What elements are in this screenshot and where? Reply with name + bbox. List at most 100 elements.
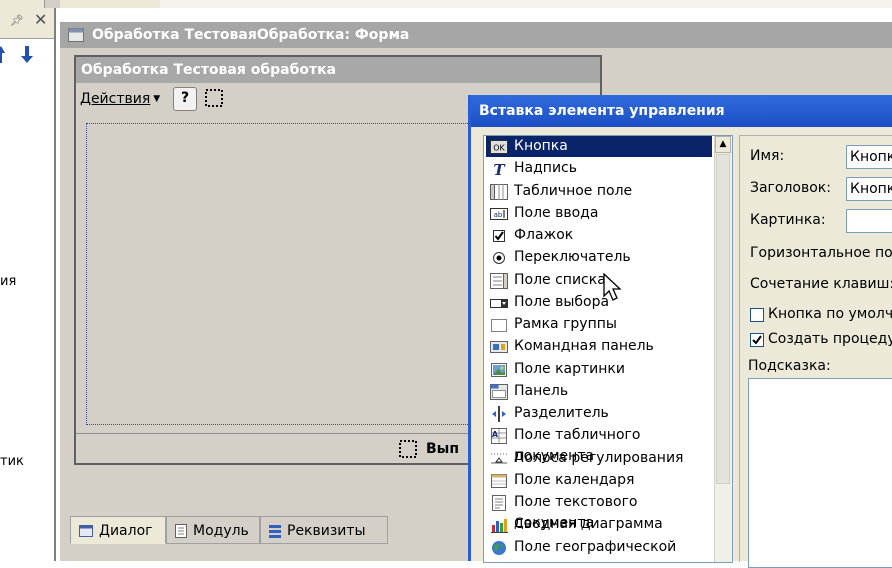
arrow-down-icon[interactable]: [20, 46, 34, 64]
actions-menu-label: Действия: [80, 91, 151, 107]
close-icon[interactable]: ✕: [34, 10, 47, 29]
splitter-icon: [492, 406, 506, 422]
list-item[interactable]: Поле текстового документа: [486, 492, 712, 531]
create-procedure-label: Создать процедуру: [768, 331, 892, 347]
list-field-icon: [490, 272, 508, 289]
tab-dialog[interactable]: Диалог: [70, 516, 166, 544]
list-item-label: Поле географической схемы: [514, 538, 677, 563]
dialog-icon: [79, 525, 93, 537]
select-field-icon: [490, 298, 508, 308]
list-item[interactable]: Поле выбора: [486, 292, 712, 313]
list-item[interactable]: Сводная диаграмма: [486, 514, 712, 535]
slider-icon: [491, 453, 507, 463]
arrow-up-icon[interactable]: [0, 46, 6, 64]
pin-icon[interactable]: 📌︎: [10, 14, 24, 27]
svg-text:ab: ab: [494, 211, 503, 219]
list-item[interactable]: Поле картинки: [486, 359, 712, 380]
form-window-title-text: Обработка ТестоваяОбработка: Форма: [92, 27, 410, 43]
help-button[interactable]: ?: [173, 87, 197, 111]
panel-icon: [490, 383, 508, 400]
text-doc-field-icon: [492, 495, 506, 511]
select-frame-icon[interactable]: [204, 88, 224, 108]
list-item[interactable]: Флажок: [486, 225, 712, 246]
name-label: Имя:: [750, 148, 785, 164]
picture-field[interactable]: [846, 209, 892, 233]
list-item[interactable]: OK Кнопка: [486, 136, 712, 157]
list-item-label: Разделитель: [514, 405, 609, 421]
list-item-label: Поле выбора: [514, 293, 610, 310]
module-icon: [175, 524, 187, 538]
list-item[interactable]: Поле списка: [486, 270, 712, 291]
svg-text:T: T: [493, 161, 506, 177]
top-tab-segment[interactable]: [160, 0, 892, 8]
checkmark-icon: [752, 335, 762, 345]
list-item[interactable]: Разделитель: [486, 403, 712, 424]
group-frame-icon: [491, 319, 507, 332]
list-item-label: Сводная диаграмма: [514, 516, 663, 532]
list-item[interactable]: Поле географической схемы: [486, 537, 712, 562]
list-item[interactable]: Табличное поле: [486, 181, 712, 202]
list-item[interactable]: Поле календаря: [486, 470, 712, 491]
picture-label: Картинка:: [750, 212, 826, 228]
shortcut-label: Сочетание клавиш:: [750, 276, 892, 292]
top-tab-segment[interactable]: [60, 0, 161, 8]
calendar-icon: [491, 473, 507, 488]
tooltip-textarea[interactable]: [748, 378, 892, 568]
list-scrollbar[interactable]: ▲: [714, 136, 732, 562]
tab-module[interactable]: Модуль: [166, 516, 260, 544]
list-item-label: Поле календаря: [514, 471, 635, 488]
table-field-icon: [490, 183, 508, 200]
attributes-icon: [269, 525, 281, 538]
dialog-title[interactable]: Вставка элемента управления: [471, 95, 892, 127]
list-item-label: Надпись: [514, 160, 577, 176]
scroll-thumb[interactable]: [716, 154, 730, 484]
list-item-label: Флажок: [514, 227, 574, 243]
list-item-label: Поле картинки: [514, 360, 625, 377]
picture-field-icon: [491, 362, 507, 377]
tab-attributes[interactable]: Реквизиты: [260, 516, 388, 544]
default-button-label: Кнопка по умолчан: [768, 306, 892, 322]
form-icon: [68, 28, 84, 42]
list-item[interactable]: Рамка группы: [486, 314, 712, 335]
inner-form-title: Обработка Тестовая обработка: [76, 57, 600, 83]
svg-text:OK: OK: [493, 144, 505, 153]
spreadsheet-field-icon: A: [491, 428, 507, 444]
list-item[interactable]: Переключатель: [486, 247, 712, 268]
left-panel-text: тик: [0, 454, 24, 469]
form-window-title[interactable]: Обработка ТестоваяОбработка: Форма: [60, 22, 892, 48]
insert-control-dialog: Вставка элемента управления OK Кнопка T …: [468, 95, 892, 568]
list-item[interactable]: Панель: [486, 381, 712, 402]
actions-menu[interactable]: Действия ▼: [80, 89, 160, 109]
list-item[interactable]: T Надпись: [486, 158, 712, 179]
create-procedure-checkbox[interactable]: [750, 333, 764, 347]
horizontal-position-label: Горизонтальное поло: [750, 245, 892, 261]
tab-label: Модуль: [193, 523, 249, 539]
list-item[interactable]: A Поле табличного документа: [486, 425, 712, 464]
name-field[interactable]: Кнопка: [846, 145, 892, 169]
list-item-label: Полоса регулирования: [514, 449, 684, 466]
list-item[interactable]: Командная панель: [486, 336, 712, 357]
editor-tabs: Диалог Модуль Реквизиты: [68, 516, 468, 544]
top-tab-segment[interactable]: [14, 0, 45, 8]
list-item[interactable]: Полоса регулирования: [486, 448, 712, 469]
scroll-up-icon[interactable]: ▲: [715, 136, 731, 153]
caption-field[interactable]: Кнопка: [846, 177, 892, 201]
select-frame-icon: [399, 440, 417, 458]
run-button[interactable]: Вып: [398, 438, 459, 460]
pivot-chart-icon: [491, 519, 508, 533]
default-button-checkbox[interactable]: [750, 308, 764, 322]
left-panel-text: ия: [0, 274, 17, 289]
list-item-label: Панель: [514, 382, 569, 399]
control-properties: Имя: Кнопка Заголовок: Кнопка Картинка: …: [739, 135, 892, 568]
list-item-label: Командная панель: [514, 338, 654, 354]
control-type-list[interactable]: OK Кнопка T Надпись Табличное поле ab По…: [483, 135, 733, 563]
list-item-label: Кнопка: [514, 138, 568, 154]
svg-text:A: A: [492, 430, 499, 439]
list-item-label: Рамка группы: [514, 316, 617, 332]
input-field-icon: ab: [490, 207, 508, 220]
list-item[interactable]: ab Поле ввода: [486, 203, 712, 224]
top-strip: [0, 0, 892, 8]
button-icon: OK: [490, 140, 508, 154]
top-tab-segment[interactable]: [0, 0, 15, 8]
checkbox-icon: [493, 230, 505, 242]
